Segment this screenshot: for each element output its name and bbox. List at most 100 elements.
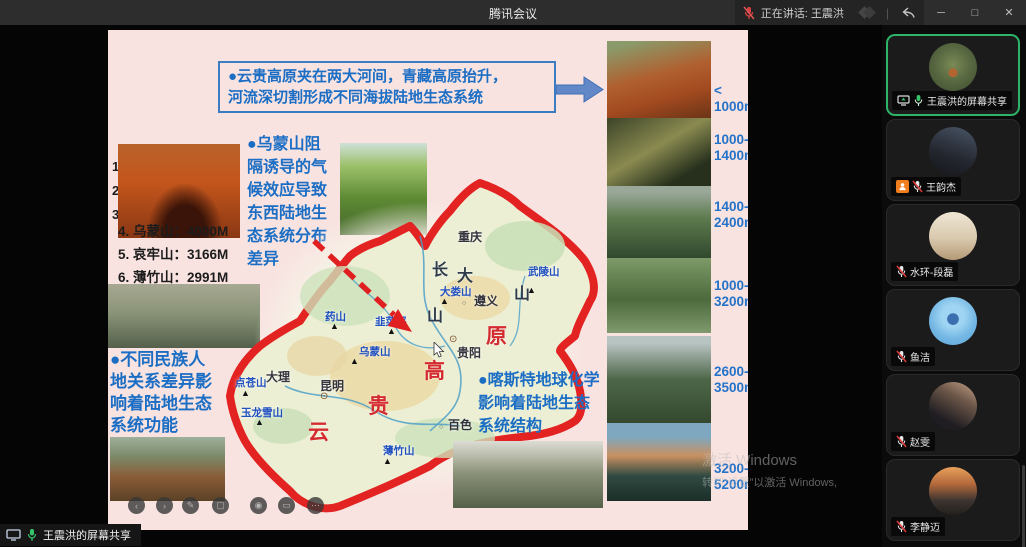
plateau-char: 贵 <box>368 390 389 420</box>
photo-green-gorge <box>607 186 711 258</box>
participant-name: 鱼洁 <box>910 349 930 364</box>
plateau-char: 原 <box>486 320 507 350</box>
comment-icon: ▭ <box>278 497 295 514</box>
mic-muted-icon <box>896 520 907 533</box>
avatar <box>929 297 977 345</box>
screen-share-icon <box>6 529 21 541</box>
plateau-char: 高 <box>424 355 445 385</box>
slideshow-toolbar: ‹ › ✎ ▢ ◉ ▭ ⋯ <box>108 497 748 515</box>
range-char: 长 <box>432 256 448 280</box>
map-mountain: 武陵山 <box>528 264 560 279</box>
right-arrow-icon <box>556 76 604 103</box>
photo-village <box>110 437 225 501</box>
dashed-arrow-icon <box>308 235 426 343</box>
speaking-mic-icon <box>743 6 755 20</box>
avatar <box>929 467 977 515</box>
town-marker-icon: ○ <box>439 424 443 431</box>
mountain-peak-icon: ▲ <box>440 297 449 306</box>
map-mountain: 点苍山 <box>235 375 267 390</box>
pop-out-icon[interactable] <box>901 6 916 19</box>
elevation-label: <1000m <box>714 83 748 115</box>
avatar <box>929 127 977 175</box>
remote-cursor-icon <box>433 342 445 358</box>
elevation-label: 1000-1400m <box>714 132 748 164</box>
elevation-label: 2600-3500m <box>714 364 748 396</box>
participant-tile[interactable]: 赵雯 <box>886 374 1020 456</box>
note-ethnic: ●不同民族人地关系差异影响着陆地生态系统功能 <box>110 349 222 437</box>
map-city: 百色 <box>448 416 472 433</box>
mic-muted-icon <box>896 435 907 448</box>
mic-on-icon <box>913 94 924 107</box>
mic-muted-icon <box>896 265 907 278</box>
share-status-label: 王震洪的屏幕共享 <box>43 527 131 543</box>
photo-dusk-mountains <box>607 423 711 501</box>
participants-sidebar: 王震洪的屏幕共享 <box>882 25 1026 547</box>
laser-frame-icon: ▢ <box>212 497 229 514</box>
mic-muted-icon <box>896 350 907 363</box>
participant-name: 李静迈 <box>910 519 940 534</box>
list-item: 4. 乌蒙山：4000M <box>118 220 228 243</box>
mountain-list: 4. 乌蒙山：4000M 5. 哀牢山：3166M 6. 薄竹山：2991M <box>118 220 228 289</box>
meeting-logo-icon <box>860 8 874 17</box>
mountain-peak-icon: ▲ <box>350 357 359 366</box>
statement-line1: ●云贵高原夹在两大河间，青藏高原抬升， <box>228 66 546 87</box>
mountain-peak-icon: ▲ <box>241 389 250 398</box>
camera-icon: ◉ <box>250 497 267 514</box>
participant-name: 水环-段磊 <box>910 264 953 279</box>
prev-slide-icon: ‹ <box>128 497 145 514</box>
speaking-label: 正在讲话: 王震洪 <box>761 5 844 21</box>
map-mountain: 乌蒙山 <box>359 344 391 359</box>
shared-screen-slide: ●云贵高原夹在两大河间，青藏高原抬升， 河流深切割形成不同海拔陆地生态系统 1.… <box>108 30 748 530</box>
speaking-indicator: 正在讲话: 王震洪 | <box>735 0 924 25</box>
note-karst: ●喀斯特地球化学影响着陆地生态系统结构 <box>478 369 600 438</box>
town-marker-icon: ○ <box>462 300 466 307</box>
map-city: 大理 <box>266 368 290 385</box>
statement-box: ●云贵高原夹在两大河间，青藏高原抬升， 河流深切割形成不同海拔陆地生态系统 <box>218 61 556 113</box>
participant-tile[interactable]: 水环-段磊 <box>886 204 1020 286</box>
participant-tile-sharer[interactable]: 王震洪的屏幕共享 <box>886 34 1020 116</box>
mic-muted-icon <box>912 180 923 193</box>
participant-tile[interactable]: 鱼洁 <box>886 289 1020 371</box>
minimize-button[interactable]: ─ <box>924 0 958 25</box>
photo-dark-ridges <box>607 118 711 186</box>
range-char: 大 <box>457 262 473 286</box>
titlebar-divider: | <box>886 6 889 20</box>
share-status-bar: 王震洪的屏幕共享 <box>0 524 141 546</box>
photo-pine-pasture <box>607 258 711 333</box>
maximize-button[interactable]: □ <box>958 0 992 25</box>
screen-share-icon <box>897 95 910 106</box>
main-stage: ●云贵高原夹在两大河间，青藏高原抬升， 河流深切割形成不同海拔陆地生态系统 1.… <box>0 25 1026 547</box>
mountain-peak-icon: ▲ <box>383 457 392 466</box>
mic-on-icon <box>26 528 38 542</box>
avatar <box>929 212 977 260</box>
participant-tile[interactable]: 李静迈 <box>886 459 1020 541</box>
capital-marker-icon: ⊙ <box>320 392 328 402</box>
title-bar: 腾讯会议 正在讲话: 王震洪 | <box>0 0 1026 25</box>
avatar <box>929 43 977 91</box>
participant-tile[interactable]: 王韵杰 <box>886 119 1020 201</box>
close-button[interactable]: ✕ <box>992 0 1026 25</box>
next-slide-icon: › <box>156 497 173 514</box>
map-city: 重庆 <box>458 228 482 245</box>
pen-icon: ✎ <box>182 497 199 514</box>
elevation-label: 3200-5200m <box>714 461 748 493</box>
participant-name: 王韵杰 <box>926 179 956 194</box>
photo-conifer-forest <box>607 336 711 423</box>
sidebar-scrollbar[interactable] <box>1022 465 1025 547</box>
participant-name: 王震洪的屏幕共享 <box>927 93 1007 108</box>
statement-line2: 河流深切割形成不同海拔陆地生态系统 <box>228 87 546 108</box>
elevation-label: 1000-3200m <box>714 278 748 310</box>
elevation-label: 1400-2400m <box>714 199 748 231</box>
list-item: 5. 哀牢山：3166M <box>118 243 228 266</box>
map-city: 遵义 <box>474 292 498 309</box>
avatar <box>929 382 977 430</box>
mountain-peak-icon: ▲ <box>255 418 264 427</box>
photo-red-soil-canyon <box>607 41 711 118</box>
more-icon: ⋯ <box>307 497 324 514</box>
plateau-char: 云 <box>308 416 329 446</box>
mountain-peak-icon: ▲ <box>527 286 536 295</box>
map-city: 贵阳 <box>457 344 481 361</box>
meeting-window: 腾讯会议 正在讲话: 王震洪 | <box>0 0 1026 547</box>
participant-name: 赵雯 <box>910 434 930 449</box>
host-person-icon <box>896 180 909 193</box>
